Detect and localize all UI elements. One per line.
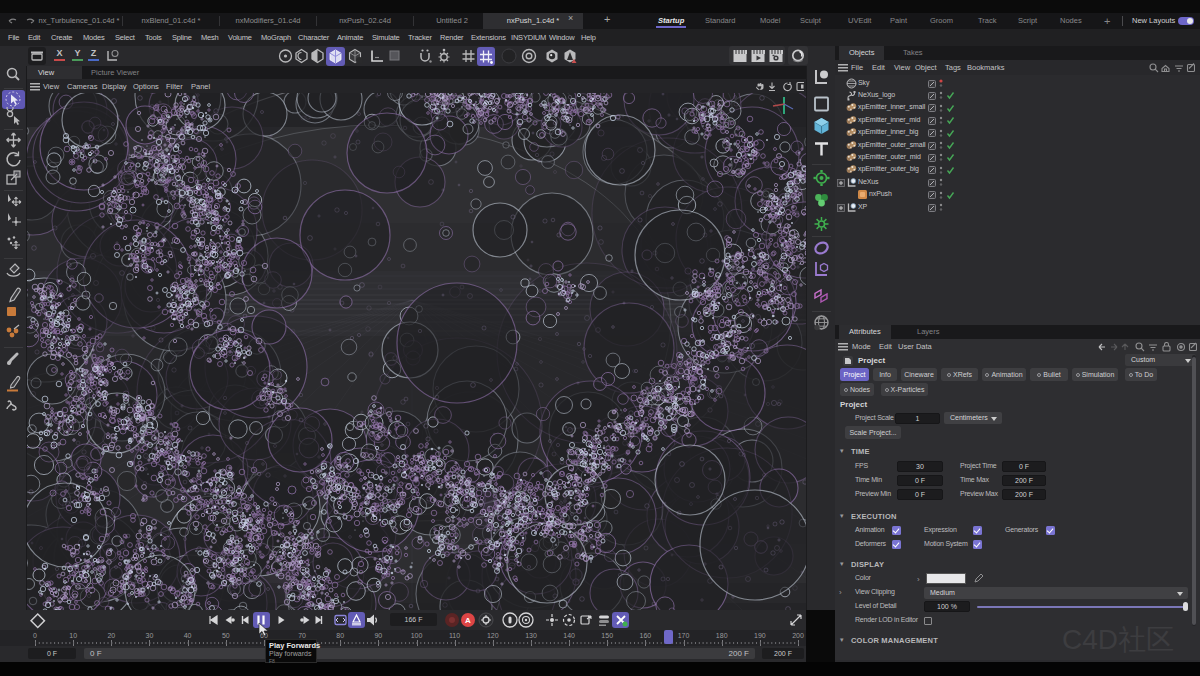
svg-text:A: A [465, 616, 471, 625]
